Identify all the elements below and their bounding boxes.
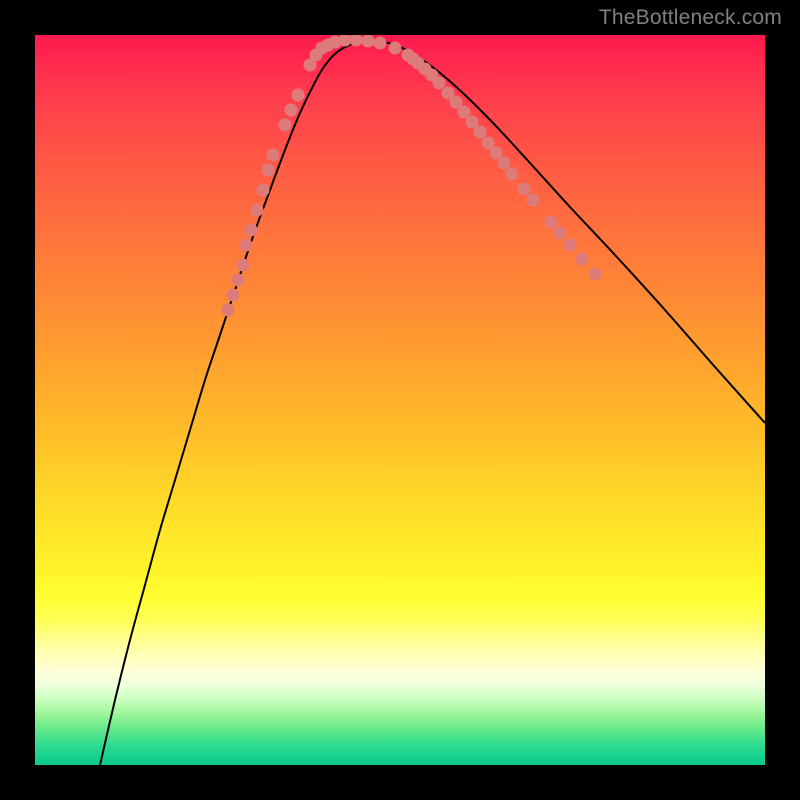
data-marker xyxy=(374,37,387,50)
data-marker xyxy=(240,239,253,252)
data-marker xyxy=(257,184,270,197)
watermark-text: TheBottleneck.com xyxy=(599,6,782,30)
data-marker xyxy=(433,77,446,90)
data-marker xyxy=(498,157,511,170)
data-marker xyxy=(292,89,305,102)
data-marker xyxy=(245,224,258,237)
data-marker xyxy=(279,119,292,132)
marker-group xyxy=(222,35,602,317)
chart-overlay-svg xyxy=(35,35,765,765)
data-marker xyxy=(262,164,275,177)
plot-area xyxy=(35,35,765,765)
data-marker xyxy=(589,268,602,281)
data-marker xyxy=(267,149,280,162)
data-marker xyxy=(527,194,540,207)
data-marker xyxy=(227,289,240,302)
data-marker xyxy=(362,35,375,48)
data-marker xyxy=(474,126,487,139)
data-marker xyxy=(222,304,235,317)
data-marker xyxy=(285,104,298,117)
bottleneck-curve xyxy=(100,41,765,765)
chart-frame: TheBottleneck.com xyxy=(0,0,800,800)
data-marker xyxy=(564,239,577,252)
data-marker xyxy=(506,168,519,181)
data-marker xyxy=(554,227,567,240)
data-marker xyxy=(251,204,264,217)
data-marker xyxy=(545,216,558,229)
data-marker xyxy=(576,253,589,266)
data-marker xyxy=(232,274,245,287)
data-marker xyxy=(237,259,250,272)
data-marker xyxy=(389,42,402,55)
data-marker xyxy=(518,183,531,196)
